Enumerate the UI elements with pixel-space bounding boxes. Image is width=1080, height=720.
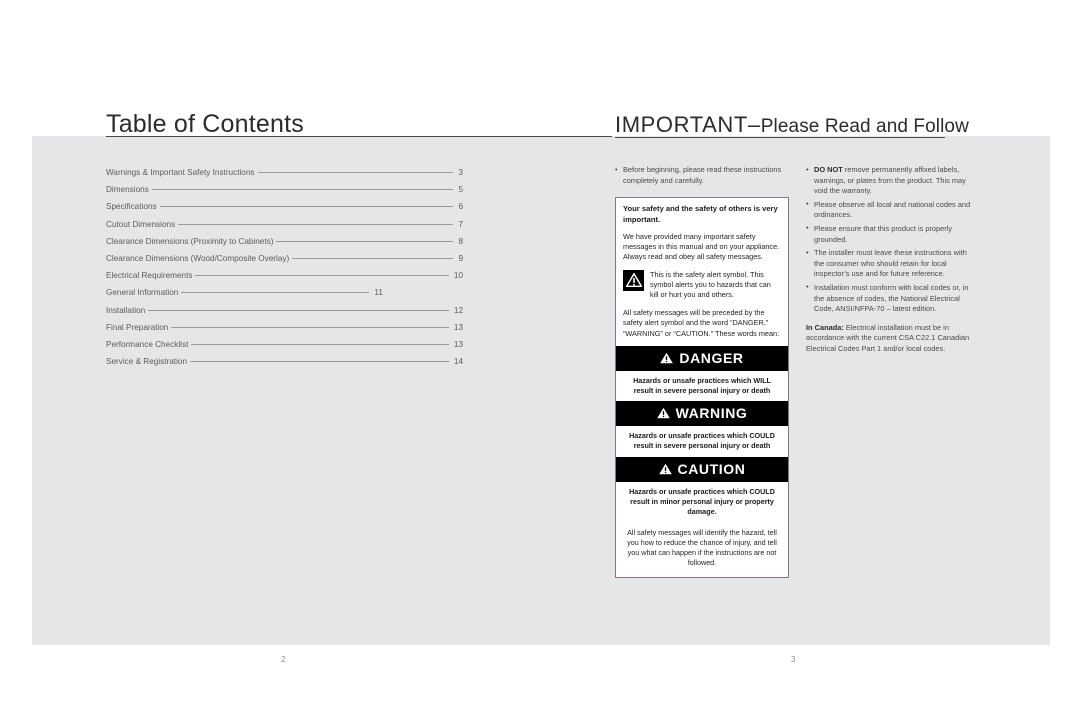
toc-entry-page: 7 <box>455 217 463 232</box>
folio-left-page: 2 <box>281 655 286 664</box>
warning-triangle-icon <box>660 352 674 364</box>
toc-leader-dots <box>181 283 371 295</box>
toc-entry-label: Electrical Requirements <box>106 269 196 284</box>
toc-entry-page: 6 <box>455 200 463 215</box>
page-title-important-sub: Please Read and Follow <box>760 116 969 137</box>
warning-triangle-icon <box>656 407 670 419</box>
signal-word-caution: CAUTION <box>677 461 746 478</box>
signal-word-bar-danger: DANGER <box>616 345 788 371</box>
page-title-table-of-contents: Table of Contents <box>106 110 304 138</box>
right-page-column-b: DO NOT remove permanently affixed labels… <box>806 165 978 355</box>
toc-leader-dots <box>148 301 451 313</box>
toc-leader-dots <box>292 249 455 261</box>
intro-bullet-list: Before beginning, please read these inst… <box>615 164 787 186</box>
toc-entry[interactable]: Installation 12 <box>106 301 463 318</box>
toc-entry[interactable]: Clearance Dimensions (Proximity to Cabin… <box>106 232 463 250</box>
table-of-contents-list: Warnings & Important Safety Instructions… <box>106 163 463 370</box>
safety-alert-symbol-row: This is the safety alert symbol. This sy… <box>623 269 781 301</box>
toc-leader-dots <box>171 318 451 330</box>
safety-panel-title: Your safety and the safety of others is … <box>623 204 778 224</box>
toc-entry[interactable]: Cutout Dimensions 7 <box>106 215 463 232</box>
page-title-important-main: IMPORTANT– <box>615 112 761 137</box>
list-item: The installer must leave these instructi… <box>806 248 978 280</box>
toc-entry-page: 3 <box>455 166 463 181</box>
toc-entry[interactable]: Final Preparation 13 <box>106 318 463 336</box>
toc-entry[interactable]: Specifications 6 <box>106 197 463 215</box>
toc-leader-dots <box>257 163 456 175</box>
toc-leader-dots <box>151 180 456 192</box>
list-item: Installation must conform with local cod… <box>806 282 978 315</box>
signal-word-danger: DANGER <box>679 349 744 366</box>
list-item: Please observe all local and national co… <box>806 199 978 221</box>
toc-entry[interactable]: Electrical Requirements 10 <box>106 266 463 284</box>
bullet-lead-emphasis: DO NOT <box>814 165 843 174</box>
toc-entry[interactable]: Warnings & Important Safety Instructions… <box>106 163 463 181</box>
toc-leader-dots <box>195 266 450 278</box>
toc-entry-page: 13 <box>450 338 463 353</box>
signal-body-warning: Hazards or unsafe practices which COULD … <box>629 431 775 451</box>
toc-entry[interactable]: Dimensions 5 <box>106 180 463 198</box>
right-page-heading-rule <box>615 137 945 138</box>
in-canada-lead: In Canada: <box>806 322 844 332</box>
bullet-text: Please ensure that this product is prope… <box>814 223 953 244</box>
toc-leader-dots <box>178 215 455 227</box>
bullet-text: The installer must leave these instructi… <box>814 248 967 279</box>
toc-entry-page: 10 <box>450 269 463 284</box>
folio-right-page: 3 <box>791 655 796 664</box>
toc-entry[interactable]: General Information 11 <box>106 283 463 301</box>
toc-entry-label: Cutout Dimensions <box>106 217 179 232</box>
safety-panel-paragraph-1: We have provided many important safety m… <box>623 232 780 262</box>
toc-entry[interactable]: Service & Registration 14 <box>106 352 463 370</box>
signal-body-caution: Hazards or unsafe practices which COULD … <box>629 487 775 516</box>
toc-entry-label: Clearance Dimensions (Wood/Composite Ove… <box>106 252 293 267</box>
toc-entry[interactable]: Performance Checklist 13 <box>106 335 463 353</box>
signal-word-bar-warning: WARNING <box>616 401 788 427</box>
toc-entry-page: 14 <box>450 355 463 370</box>
toc-entry-label: Service & Registration <box>106 355 190 370</box>
toc-entry-page: 8 <box>455 234 463 250</box>
right-page-column-a: Before beginning, please read these inst… <box>615 164 789 578</box>
bullet-text: Please observe all local and national co… <box>814 199 971 220</box>
signal-word-warning: WARNING <box>675 405 748 422</box>
toc-entry-label: Clearance Dimensions (Proximity to Cabin… <box>106 234 277 250</box>
toc-entry-label: Performance Checklist <box>106 338 192 353</box>
bullet-text: Installation must conform with local cod… <box>814 282 969 314</box>
toc-entry-label: General Information <box>106 286 182 301</box>
toc-leader-dots <box>159 197 456 209</box>
safety-panel-paragraph-2: All safety messages will be preceded by … <box>623 308 780 338</box>
toc-entry-label: Final Preparation <box>106 320 172 336</box>
toc-entry-label: Installation <box>106 303 149 318</box>
list-item: Please ensure that this product is prope… <box>806 223 978 245</box>
toc-entry-page: 5 <box>455 183 463 198</box>
toc-leader-dots <box>190 352 451 364</box>
signal-body-danger: Hazards or unsafe practices which WILL r… <box>633 375 771 395</box>
toc-entry-page: 12 <box>450 303 463 318</box>
safety-panel-closing-note: All safety messages will identify the ha… <box>627 528 777 567</box>
toc-leader-dots <box>276 232 455 244</box>
toc-entry[interactable]: Clearance Dimensions (Wood/Composite Ove… <box>106 249 463 267</box>
toc-entry-page: 13 <box>450 320 463 336</box>
warning-triangle-icon <box>658 463 672 475</box>
toc-entry-label: Warnings & Important Safety Instructions <box>106 166 258 181</box>
signal-word-bar-caution: CAUTION <box>616 457 788 483</box>
toc-leader-dots <box>191 335 451 347</box>
safety-alert-symbol-icon <box>623 269 644 291</box>
safety-information-panel: Your safety and the safety of others is … <box>615 197 789 578</box>
requirements-bullet-list: DO NOT remove permanently affixed labels… <box>806 165 978 315</box>
toc-entry-page: 11 <box>371 286 383 301</box>
intro-bullet-text: Before beginning, please read these inst… <box>623 165 782 185</box>
left-page-heading-rule <box>106 136 612 137</box>
in-canada-note: In Canada: Electrical installation must … <box>806 323 978 355</box>
safety-alert-symbol-text: This is the safety alert symbol. This sy… <box>650 269 771 300</box>
list-item: DO NOT remove permanently affixed labels… <box>806 165 978 197</box>
list-item: Before beginning, please read these inst… <box>615 164 787 186</box>
toc-entry-label: Specifications <box>106 200 160 215</box>
toc-entry-label: Dimensions <box>106 183 152 198</box>
toc-entry-page: 9 <box>455 252 463 267</box>
page-title-important: IMPORTANT–Please Read and Follow <box>615 112 969 138</box>
